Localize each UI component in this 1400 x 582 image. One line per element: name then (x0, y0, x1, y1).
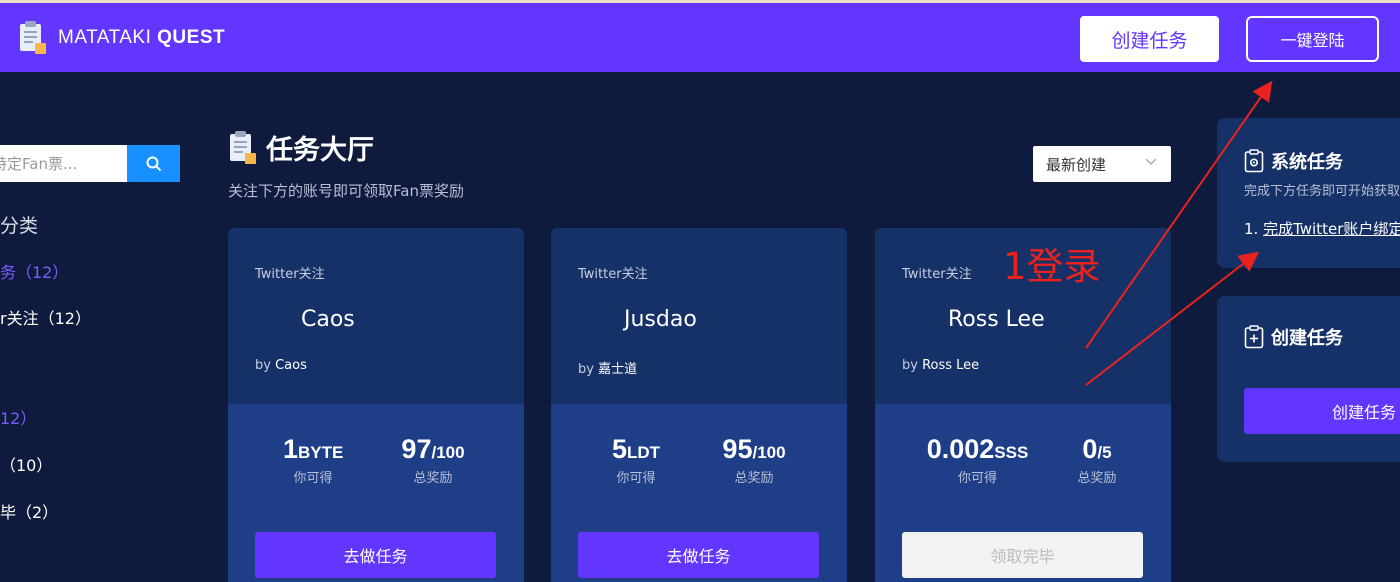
do-task-button[interactable]: 去做任务 (578, 532, 819, 578)
earn-label: 你可得 (957, 471, 997, 486)
task-author-prefix: by (578, 362, 599, 377)
earn-value: 0.002 (926, 434, 995, 464)
system-task-title: 系统任务 (1244, 148, 1343, 174)
task-card: Twitter关注 Caos by Caos 1BYTE 你可得 97/100 … (228, 228, 524, 582)
do-task-button[interactable]: 去做任务 (255, 532, 496, 578)
task-card-stats: 0.002SSS 你可得 0/5 总奖励 领取完毕 (875, 404, 1171, 582)
total-label: 总奖励 (734, 471, 774, 486)
category-heading: 分类 (0, 215, 39, 237)
logo-text-light: MATATAKI (58, 27, 158, 48)
task-type: Twitter关注 (255, 267, 325, 282)
total-stat: 0/5 总奖励 (1071, 434, 1123, 486)
page-title-text: 任务大厅 (266, 135, 374, 166)
earn-stat: 5LDT 你可得 (606, 434, 666, 486)
logo-icon (20, 21, 46, 54)
earn-unit: SSS (994, 443, 1029, 462)
total-unit: /5 (1097, 443, 1112, 462)
search-icon (146, 156, 161, 171)
search-input[interactable] (0, 145, 127, 182)
search-button[interactable] (127, 145, 180, 182)
top-header: MATATAKI QUEST 创建任务 一键登陆 (0, 0, 1400, 72)
one-click-login-button[interactable]: 一键登陆 (1246, 16, 1379, 62)
earn-value: 5 (611, 434, 627, 464)
earn-unit: BYTE (298, 443, 344, 462)
create-task-panel: 创建任务 创建任务 (1217, 296, 1400, 462)
task-author-prefix: by (902, 358, 923, 373)
task-author-prefix: by (255, 358, 276, 373)
task-author-name[interactable]: Caos (275, 358, 307, 373)
sort-select[interactable]: 最新创建 (1033, 146, 1171, 182)
earn-value: 1 (283, 434, 299, 464)
total-value: 0 (1082, 434, 1098, 464)
logo-text-bold: QUEST (157, 27, 226, 48)
total-stat: 97/100 总奖励 (393, 434, 473, 486)
earn-label: 你可得 (616, 471, 656, 486)
category-item-twitter-follow[interactable]: r关注（12） (0, 305, 91, 329)
total-unit: /100 (431, 443, 465, 462)
task-account-name[interactable]: Ross Lee (948, 307, 1045, 332)
status-item-finished[interactable]: 毕（2） (0, 499, 58, 523)
sort-select-value: 最新创建 (1046, 155, 1107, 174)
system-task-panel: 系统任务 完成下方任务即可开始获取 1. 完成Twitter账户绑定 (1217, 118, 1400, 268)
earn-stat: 0.002SSS 你可得 (925, 434, 1030, 486)
total-unit: /100 (752, 443, 786, 462)
clipboard-plus-icon (1244, 325, 1264, 349)
task-type: Twitter关注 (578, 267, 648, 282)
task-card: Twitter关注 Jusdao by 嘉士道 5LDT 你可得 95/100 … (551, 228, 847, 582)
status-item-all[interactable]: 12） (0, 405, 36, 429)
task-author-name[interactable]: Ross Lee (922, 358, 979, 373)
task-author: by Ross Lee (902, 358, 979, 373)
status-item-ongoing[interactable]: （10） (0, 452, 52, 476)
create-task-header-button[interactable]: 创建任务 (1080, 16, 1219, 62)
total-label: 总奖励 (1077, 471, 1117, 486)
bind-twitter-link[interactable]: 1. 完成Twitter账户绑定 (1244, 218, 1400, 239)
task-account-name[interactable]: Jusdao (624, 307, 697, 332)
link-number: 1. (1244, 220, 1264, 238)
create-task-title: 创建任务 (1244, 324, 1343, 350)
task-author: by Caos (255, 358, 307, 373)
earn-stat: 1BYTE 你可得 (283, 434, 343, 486)
task-account-name[interactable]: Caos (301, 307, 355, 332)
task-type: Twitter关注 (902, 267, 972, 282)
category-item-all[interactable]: 务（12） (0, 259, 68, 283)
system-task-title-text: 系统任务 (1271, 152, 1343, 173)
task-author: by 嘉士道 (578, 358, 637, 377)
page-subtitle: 关注下方的账号即可领取Fan票奖励 (228, 182, 464, 200)
claimed-out-button: 领取完毕 (902, 532, 1143, 578)
logo-text: MATATAKI QUEST (58, 27, 225, 49)
create-task-title-text: 创建任务 (1271, 328, 1343, 349)
task-card-stats: 5LDT 你可得 95/100 总奖励 去做任务 (551, 404, 847, 582)
clipboard-gear-icon (1244, 149, 1264, 173)
annotation-login-label: 1登录 (1003, 245, 1101, 288)
earn-label: 你可得 (293, 471, 333, 486)
task-card-stats: 1BYTE 你可得 97/100 总奖励 去做任务 (228, 404, 524, 582)
total-value: 95 (722, 434, 753, 464)
chevron-down-icon (1145, 158, 1157, 165)
total-label: 总奖励 (413, 471, 453, 486)
task-author-name[interactable]: 嘉士道 (598, 362, 637, 377)
logo[interactable]: MATATAKI QUEST (18, 21, 225, 55)
total-value: 97 (401, 434, 432, 464)
bind-twitter-link-text[interactable]: 完成Twitter账户绑定 (1263, 220, 1400, 238)
total-stat: 95/100 总奖励 (714, 434, 794, 486)
create-task-button[interactable]: 创建任务 (1244, 388, 1400, 434)
clipboard-icon (230, 130, 256, 164)
earn-unit: LDT (626, 443, 661, 462)
system-task-subtitle: 完成下方任务即可开始获取 (1244, 184, 1400, 199)
fan-ticket-search (0, 145, 180, 182)
page-title: 任务大厅 (228, 128, 374, 167)
